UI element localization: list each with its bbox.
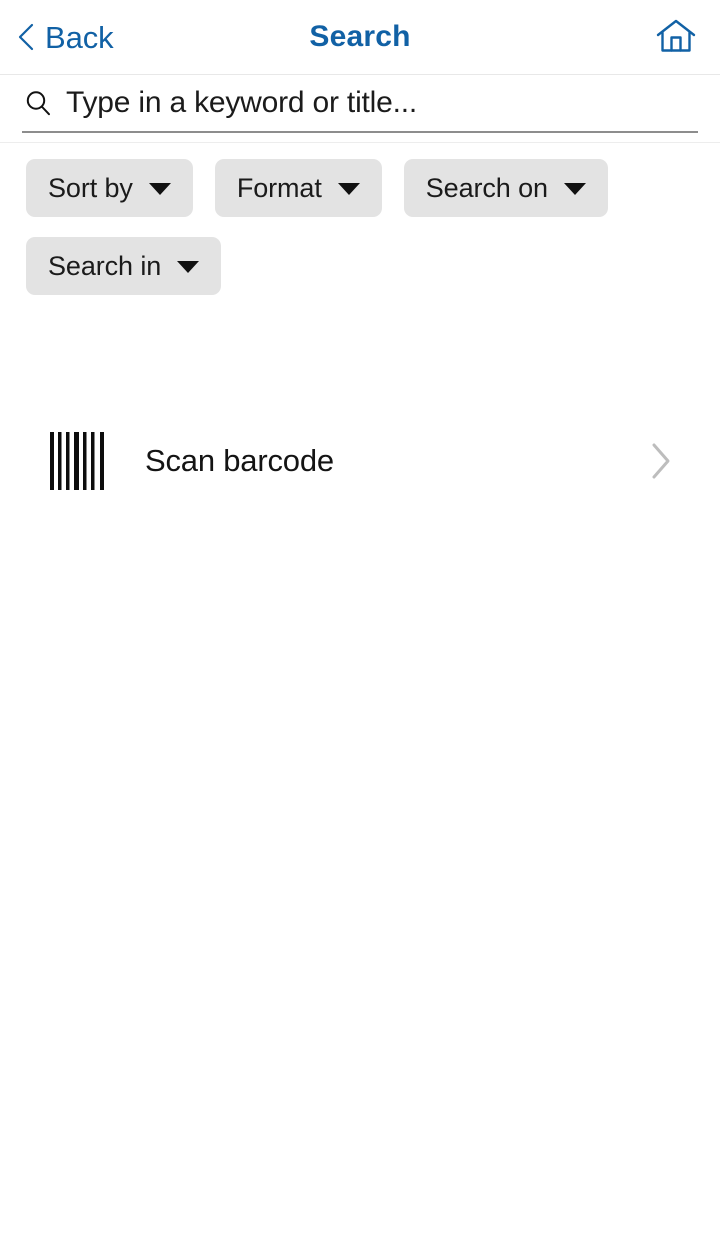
search-screen: Back Search Type in a keyword or title..…	[0, 0, 720, 1245]
home-button[interactable]	[646, 0, 706, 74]
filter-chip-label: Format	[236, 172, 322, 203]
scan-barcode-label: Scan barcode	[145, 443, 334, 478]
back-label: Back	[45, 19, 114, 55]
chevron-down-icon	[177, 261, 200, 273]
filter-chip-search-on[interactable]: Search on	[403, 159, 608, 217]
filter-chip-label: Search on	[425, 172, 548, 203]
search-field[interactable]	[22, 75, 698, 133]
filter-chip-label: Sort by	[48, 172, 133, 203]
navigation-header: Back Search	[0, 0, 720, 75]
search-icon	[24, 89, 52, 117]
chevron-right-icon	[650, 442, 672, 480]
chevron-left-icon	[18, 23, 34, 51]
barcode-icon	[48, 432, 110, 490]
search-field-container	[0, 75, 720, 142]
back-button[interactable]: Back	[10, 0, 122, 74]
scan-barcode-row[interactable]: Scan barcode	[0, 412, 720, 510]
search-input[interactable]	[66, 81, 698, 125]
filter-chip-group: Sort by Format Search on Search in	[0, 143, 720, 295]
chevron-down-icon	[563, 183, 586, 195]
filter-chip-format[interactable]: Format	[214, 159, 382, 217]
filter-chip-search-in[interactable]: Search in	[26, 237, 222, 295]
filter-chip-label: Search in	[48, 250, 162, 281]
chevron-down-icon	[337, 183, 360, 195]
home-icon	[655, 17, 697, 57]
filter-chip-sort-by[interactable]: Sort by	[26, 159, 193, 217]
chevron-down-icon	[148, 183, 171, 195]
